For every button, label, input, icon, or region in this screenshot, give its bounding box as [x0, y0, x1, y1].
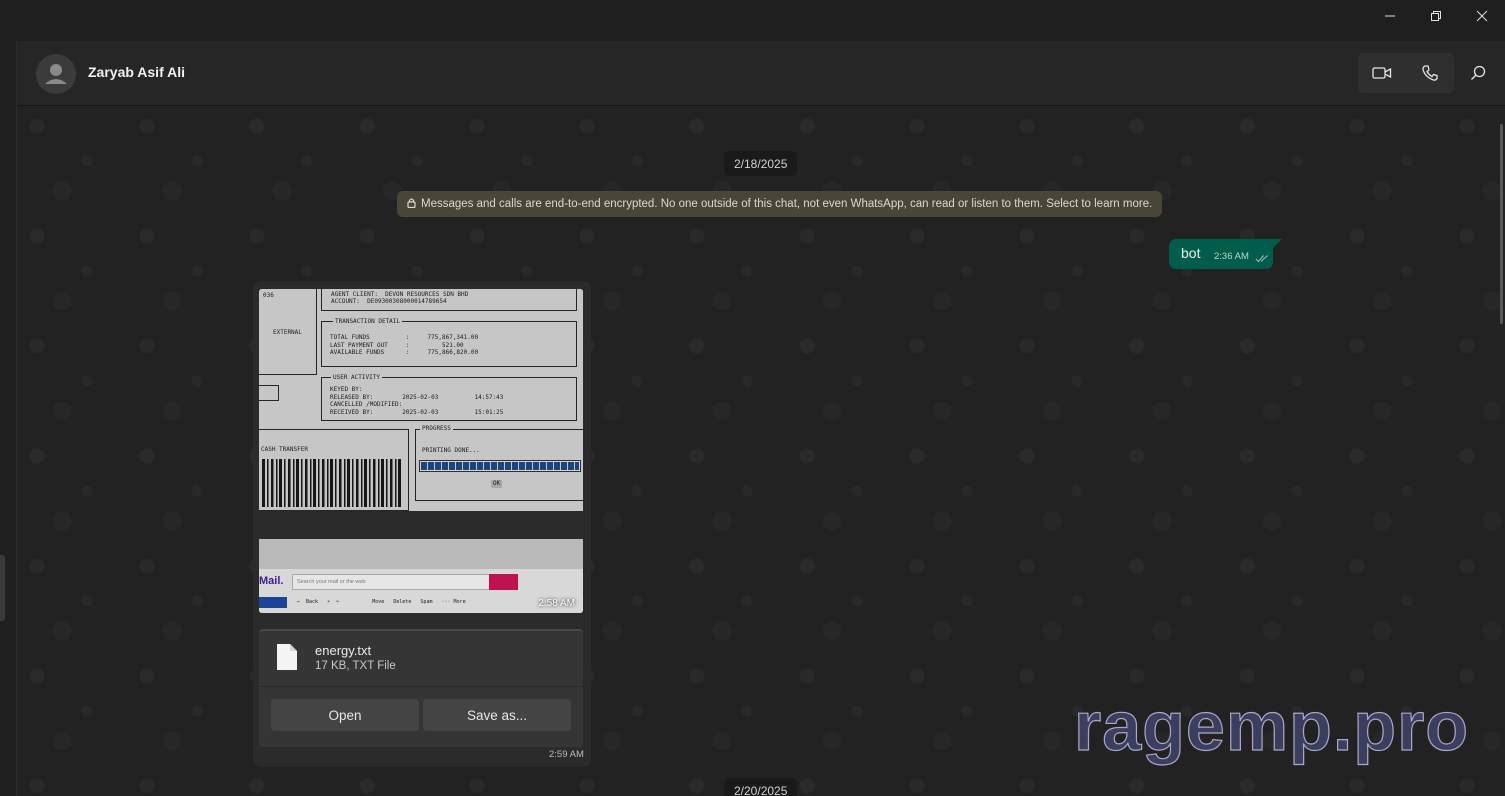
close-icon [1476, 10, 1488, 22]
chat-header: Zaryab Asif Ali [17, 41, 1505, 106]
chat-messages-area[interactable]: 2/18/2025 Messages and calls are end-to-… [17, 106, 1505, 796]
file-divider [259, 686, 583, 687]
outgoing-message[interactable]: bot 2:36 AM [1169, 239, 1273, 269]
file-meta: 17 KB, TXT File [315, 660, 396, 672]
encryption-notice[interactable]: Messages and calls are end-to-end encryp… [397, 191, 1163, 217]
image-text-cash-transfer: CASH TRANSFER [261, 446, 308, 453]
video-call-button[interactable] [1358, 53, 1406, 93]
image-mail-search-button [489, 574, 518, 590]
search-icon [1471, 65, 1486, 80]
chat-scrollbar[interactable] [1500, 124, 1503, 324]
image-blurred-band [259, 539, 583, 569]
screenshot-image: 036 EXTERNAL AGENT CLIENT: DEVON RESOURC… [259, 289, 583, 613]
save-as-button[interactable]: Save as... [423, 699, 571, 731]
rail-resize-handle[interactable] [0, 555, 5, 621]
image-mail-brand: Mail. [259, 575, 284, 587]
message-time: 2:36 AM [1214, 251, 1249, 262]
image-text-account: ACCOUNT: DE09300308000014789654 [331, 298, 447, 305]
image-small-box [259, 385, 279, 401]
watermark-text: ragemp.pro [1073, 686, 1470, 765]
bubble-tail [1273, 239, 1282, 248]
encryption-notice-text: Messages and calls are end-to-end encryp… [421, 198, 1153, 210]
image-text-transaction-lines: TOTAL FUNDS : 775,867,341.00 LAST PAYMEN… [330, 334, 479, 356]
restore-icon [1431, 11, 1441, 21]
open-file-button[interactable]: Open [271, 699, 419, 731]
contact-avatar[interactable] [36, 54, 76, 94]
close-window-button[interactable] [1459, 0, 1505, 32]
video-camera-icon [1372, 67, 1392, 79]
left-navigation-rail [0, 41, 17, 796]
read-receipt-icon [1255, 250, 1269, 268]
barcode-graphic [262, 459, 401, 507]
minimize-button[interactable] [1367, 0, 1413, 32]
image-text-activity-title: USER ACTIVITY [331, 374, 382, 382]
image-attachment[interactable]: 036 EXTERNAL AGENT CLIENT: DEVON RESOURC… [259, 289, 583, 613]
maximize-button[interactable] [1413, 0, 1459, 32]
file-name: energy.txt [315, 643, 372, 658]
call-button-group [1358, 53, 1454, 93]
image-mail-toolbar: ← Back ↶ ↷ Move Delete Spam ··· More [297, 599, 466, 605]
image-progress-bar [419, 460, 581, 472]
image-mail-search: Search your mail or the web [292, 574, 494, 590]
date-separator: 2/18/2025 [724, 151, 798, 176]
image-ok-button: OK [491, 480, 503, 488]
lock-icon [407, 197, 416, 211]
default-user-icon [45, 64, 67, 84]
file-attachment-card[interactable]: energy.txt 17 KB, TXT File Open Save as.… [259, 629, 583, 747]
voice-call-button[interactable] [1406, 53, 1454, 93]
incoming-media-message: 036 EXTERNAL AGENT CLIENT: DEVON RESOURC… [253, 281, 591, 767]
image-progress-fill [421, 462, 579, 470]
minimize-icon [1385, 15, 1395, 17]
image-text-activity-lines: KEYED BY: RELEASED BY: 2025-02-03 14:57:… [330, 386, 504, 416]
image-dark-band [259, 511, 583, 539]
image-text-external: EXTERNAL [273, 329, 302, 336]
image-mail-bar: Mail. Search your mail or the web ← Back… [259, 569, 583, 613]
image-text-progress-title: PROGRESS [420, 425, 453, 433]
search-chat-button[interactable] [1464, 53, 1492, 93]
contact-name[interactable]: Zaryab Asif Ali [88, 64, 185, 80]
phone-icon [1422, 65, 1438, 81]
image-text-progress-status: PRINTING DONE... [422, 447, 480, 454]
window-titlebar [0, 0, 1505, 41]
image-message-time: 2:58 AM [538, 598, 575, 609]
file-message-time: 2:59 AM [549, 749, 584, 760]
message-text: bot [1181, 245, 1201, 261]
image-text-transaction-title: TRANSACTION DETAIL [333, 318, 403, 326]
document-icon [277, 644, 297, 670]
image-mail-compose [259, 597, 287, 608]
date-separator: 2/20/2025 [724, 778, 798, 796]
